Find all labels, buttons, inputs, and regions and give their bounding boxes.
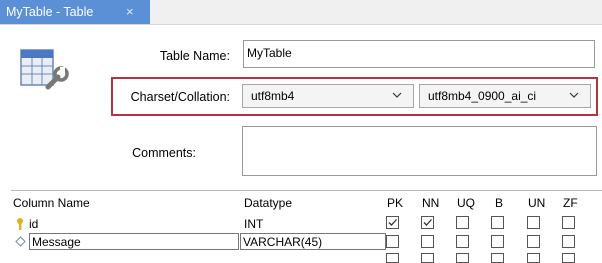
header-uq[interactable]: UQ (457, 196, 475, 210)
checkbox-un[interactable] (527, 235, 540, 248)
checkbox-nn[interactable] (421, 216, 434, 229)
table-row[interactable]: Message VARCHAR(45) (11, 233, 602, 251)
table-row[interactable]: id INT (11, 216, 602, 232)
checkbox-nn[interactable] (421, 235, 434, 248)
check-icon (388, 219, 397, 226)
table-settings-icon (18, 47, 70, 98)
chevron-down-icon (392, 92, 402, 98)
tab-bar: MyTable - Table × (0, 0, 602, 25)
close-icon[interactable]: × (126, 4, 134, 19)
columns-grid: Column Name Datatype PK NN UQ B UN ZF id… (11, 190, 602, 263)
header-b[interactable]: B (495, 196, 503, 210)
collation-select[interactable]: utf8mb4_0900_ai_ci (419, 84, 591, 108)
charset-collation-label: Charset/Collation: (130, 90, 230, 104)
key-icon (17, 218, 23, 230)
charset-value: utf8mb4 (251, 89, 295, 103)
datatype-cell[interactable]: INT (244, 217, 263, 231)
header-datatype[interactable]: Datatype (244, 196, 292, 210)
header-column-name[interactable]: Column Name (13, 196, 90, 210)
column-name-cell[interactable]: id (29, 217, 38, 231)
charset-select[interactable]: utf8mb4 (242, 84, 414, 108)
header-pk[interactable]: PK (387, 196, 403, 210)
checkbox-zf[interactable] (562, 216, 575, 229)
checkbox-pk[interactable] (386, 235, 399, 248)
tab-label: MyTable - Table (6, 5, 94, 19)
header-zf[interactable]: ZF (563, 196, 578, 210)
checkbox-b[interactable] (491, 235, 504, 248)
checkbox-uq[interactable] (456, 216, 469, 229)
table-name-input[interactable]: MyTable (243, 40, 595, 68)
header-nn[interactable]: NN (422, 196, 439, 210)
table-row[interactable] (11, 252, 602, 263)
collation-value: utf8mb4_0900_ai_ci (428, 89, 537, 103)
diamond-icon (15, 236, 26, 247)
datatype-input[interactable]: VARCHAR(45) (240, 233, 386, 250)
checkbox-pk[interactable] (386, 216, 399, 229)
checkbox-b[interactable] (491, 216, 504, 229)
header-un[interactable]: UN (528, 196, 545, 210)
tab-mytable[interactable]: MyTable - Table × (0, 0, 150, 24)
check-icon (423, 219, 432, 226)
chevron-down-icon (569, 92, 579, 98)
table-name-label: Table Name: (159, 49, 230, 63)
checkbox-zf[interactable] (562, 235, 575, 248)
checkbox-uq[interactable] (456, 235, 469, 248)
comments-textarea[interactable] (242, 126, 597, 176)
comments-label: Comments: (132, 146, 196, 160)
column-name-input[interactable]: Message (29, 233, 239, 250)
checkbox-un[interactable] (527, 216, 540, 229)
